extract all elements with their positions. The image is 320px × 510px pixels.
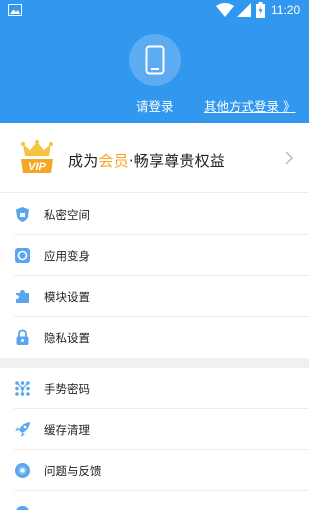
image-notification-icon [8,4,22,16]
section-gap [0,358,309,368]
menu-label: 问题与反馈 [44,464,102,478]
chevron-right-icon [285,151,294,165]
app-transform-icon [15,248,30,263]
feedback-icon [15,463,30,478]
vip-prefix: 成为 [68,152,99,170]
menu-item-module-settings[interactable]: 模块设置 [0,276,309,317]
lock-icon [16,329,29,345]
other-login-link[interactable]: 其他方式登录 》 [204,96,295,115]
menu-label: 私密空间 [44,208,90,222]
cellular-signal-icon [237,3,251,17]
menu-label: 模块设置 [44,290,90,304]
gesture-icon [15,381,30,396]
puzzle-icon [16,290,29,303]
vip-title: 成为会员·畅享尊贵权益 [68,150,225,171]
login-button[interactable]: 请登录 [136,96,174,115]
rocket-icon [15,422,30,437]
status-time: 11:20 [271,3,301,17]
phone-icon [145,45,165,75]
menu-item-privacy-settings[interactable]: 隐私设置 [0,317,309,358]
menu-item-gesture-password[interactable]: 手势密码 [0,368,309,409]
menu-label: 隐私设置 [44,331,90,345]
status-bar: 11:20 [0,0,309,22]
menu-label: 缓存清理 [44,423,90,437]
menu-item-cache-cleanup[interactable]: 缓存清理 [0,409,309,450]
menu-label: 手势密码 [44,382,90,396]
partial-item-icon [16,506,29,510]
shield-icon [16,207,29,222]
vip-crown-icon: VIP [21,140,53,173]
avatar[interactable] [129,34,181,86]
battery-charging-icon [256,2,265,18]
menu-item-partial [0,491,309,510]
menu-label: 应用变身 [44,249,90,263]
vip-highlight: 会员 [98,152,129,170]
menu-item-feedback[interactable]: 问题与反馈 [0,450,309,491]
menu-item-private-space[interactable]: 私密空间 [0,194,309,235]
vip-suffix: ·畅享尊贵权益 [128,152,225,170]
menu-item-app-transform[interactable]: 应用变身 [0,235,309,276]
header: 11:20 请登录 其他方式登录 》 [0,0,309,123]
wifi-icon [216,3,234,17]
vip-banner[interactable]: VIP 成为会员·畅享尊贵权益 [0,123,309,193]
vip-badge-text: VIP [28,161,46,173]
